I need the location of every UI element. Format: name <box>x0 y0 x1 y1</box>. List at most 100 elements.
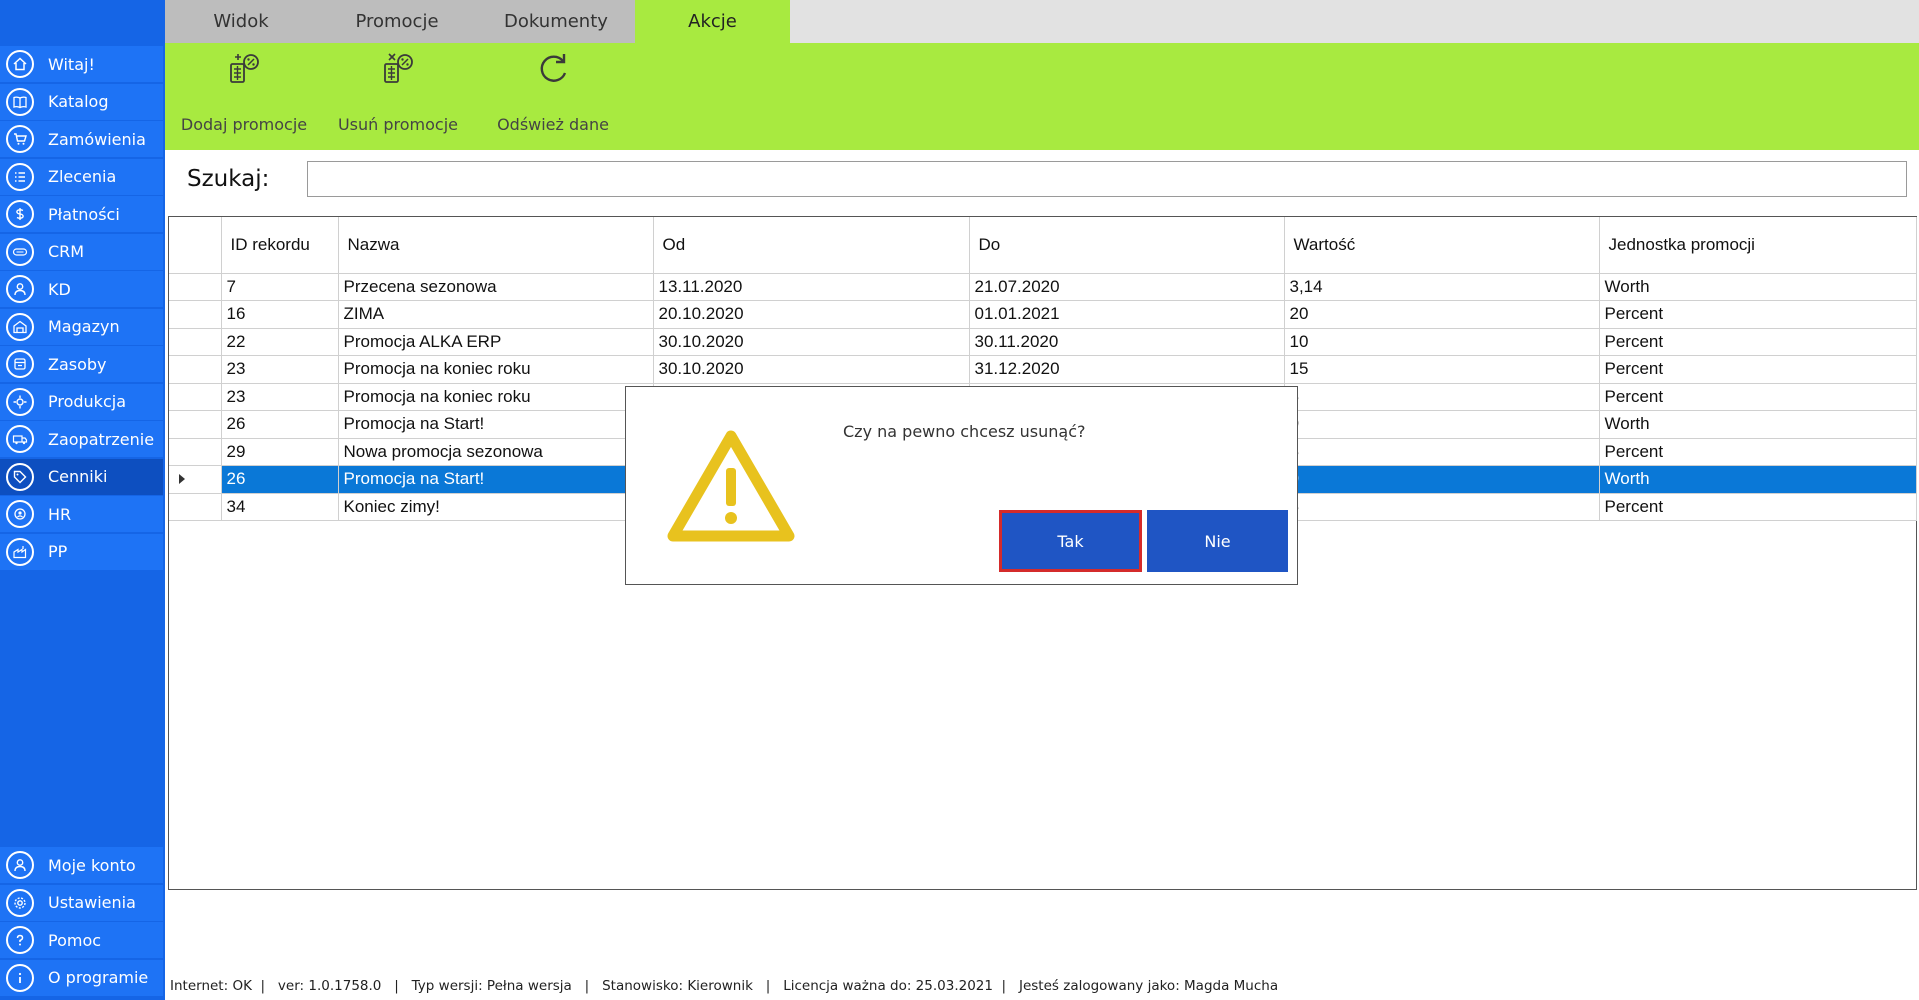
cell-id[interactable]: 16 <box>221 300 339 329</box>
sidebar-item-cenniki[interactable]: Cenniki <box>0 458 163 495</box>
sidebar-item-magazyn[interactable]: Magazyn <box>0 308 163 345</box>
cell-jednostka[interactable]: Worth <box>1599 410 1917 439</box>
sidebar-item-label: Płatności <box>48 204 120 224</box>
tab-akcje[interactable]: Akcje <box>635 0 790 43</box>
cell-nazwa[interactable]: Promocja na Start! <box>338 410 654 439</box>
refresh-data-label: Odśwież dane <box>497 115 609 134</box>
cell-do[interactable]: 30.11.2020 <box>969 328 1285 356</box>
cell-wartosc[interactable]: 5 <box>1284 493 1600 521</box>
cell-jednostka[interactable]: Percent <box>1599 355 1917 384</box>
cell-wartosc[interactable]: 0 <box>1284 465 1600 494</box>
cell-wartosc[interactable]: 5 <box>1284 383 1600 411</box>
sidebar-item-platnosci[interactable]: Płatności <box>0 196 163 232</box>
table-row[interactable]: 22 Promocja ALKA ERP 30.10.2020 30.11.20… <box>169 328 1917 356</box>
cell-id[interactable]: 26 <box>221 410 339 439</box>
cell-nazwa[interactable]: Promocja ALKA ERP <box>338 328 654 356</box>
sidebar-item-pomoc[interactable]: Pomoc <box>0 922 163 958</box>
cell-id[interactable]: 26 <box>221 465 339 494</box>
cell-do[interactable]: 21.07.2020 <box>969 273 1285 301</box>
cell-nazwa[interactable]: Promocja na koniec roku <box>338 355 654 384</box>
tab-promocje[interactable]: Promocje <box>317 0 477 43</box>
cell-nazwa[interactable]: ZIMA <box>338 300 654 329</box>
row-header[interactable] <box>169 493 222 521</box>
sidebar-item-kd[interactable]: KD <box>0 271 163 307</box>
row-header[interactable] <box>169 410 222 439</box>
row-header[interactable] <box>169 355 222 384</box>
cell-wartosc[interactable]: 20 <box>1284 300 1600 329</box>
confirm-yes-button[interactable]: Tak <box>999 510 1142 572</box>
table-row[interactable]: 16 ZIMA 20.10.2020 01.01.2021 20 Percent <box>169 300 1917 329</box>
column-header-od[interactable]: Od <box>653 217 970 274</box>
hr-icon <box>6 500 34 528</box>
sidebar-nav: Witaj! Katalog Zamówienia Zlecenia Płatn… <box>0 46 163 571</box>
cell-do[interactable]: 31.12.2020 <box>969 355 1285 384</box>
row-header[interactable] <box>169 383 222 411</box>
cell-wartosc[interactable]: 15 <box>1284 355 1600 384</box>
column-header-wartosc[interactable]: Wartość <box>1284 217 1600 274</box>
remove-promotion-button[interactable]: Usuń promocje <box>336 49 460 144</box>
sidebar-item-hr[interactable]: HR <box>0 496 163 532</box>
add-promotion-icon <box>224 49 264 89</box>
sidebar-item-witaj[interactable]: Witaj! <box>0 46 163 82</box>
cell-jednostka[interactable]: Percent <box>1599 328 1917 356</box>
sidebar-item-zlecenia[interactable]: Zlecenia <box>0 158 163 195</box>
column-header-id[interactable]: ID rekordu <box>221 217 339 274</box>
cell-od[interactable]: 20.10.2020 <box>653 300 970 329</box>
sidebar-item-label: Zaopatrzenie <box>48 429 155 449</box>
cell-do[interactable]: 01.01.2021 <box>969 300 1285 329</box>
column-header-nazwa[interactable]: Nazwa <box>338 217 654 274</box>
row-header[interactable] <box>169 300 222 329</box>
table-header-row: ID rekordu Nazwa Od Do Wartość Jednostka… <box>169 217 1917 274</box>
refresh-data-button[interactable]: Odśwież dane <box>497 49 609 144</box>
cell-id[interactable]: 23 <box>221 355 339 384</box>
cell-nazwa[interactable]: Nowa promocja sezonowa <box>338 438 654 466</box>
cell-nazwa[interactable]: Przecena sezonowa <box>338 273 654 301</box>
sidebar-item-zasoby[interactable]: Zasoby <box>0 346 163 382</box>
cell-id[interactable]: 22 <box>221 328 339 356</box>
cell-nazwa[interactable]: Promocja na Start! <box>338 465 654 494</box>
cell-jednostka[interactable]: Worth <box>1599 465 1917 494</box>
table-row[interactable]: 7 Przecena sezonowa 13.11.2020 21.07.202… <box>169 273 1917 301</box>
table-row[interactable]: 23 Promocja na koniec roku 30.10.2020 31… <box>169 355 1917 384</box>
cell-wartosc[interactable]: 10 <box>1284 328 1600 356</box>
sidebar-item-label: Pomoc <box>48 930 102 950</box>
cell-id[interactable]: 34 <box>221 493 339 521</box>
cell-id[interactable]: 29 <box>221 438 339 466</box>
sidebar-item-crm[interactable]: CRM <box>0 233 163 270</box>
tab-widok[interactable]: Widok <box>165 0 317 43</box>
cell-od[interactable]: 13.11.2020 <box>653 273 970 301</box>
cell-od[interactable]: 30.10.2020 <box>653 328 970 356</box>
row-header-current[interactable] <box>169 465 222 494</box>
row-header[interactable] <box>169 438 222 466</box>
sidebar-item-zamowienia[interactable]: Zamówienia <box>0 121 163 157</box>
sidebar-item-katalog[interactable]: Katalog <box>0 83 163 120</box>
cell-wartosc[interactable]: 5 <box>1284 438 1600 466</box>
row-header[interactable] <box>169 273 222 301</box>
cell-wartosc[interactable]: 3,14 <box>1284 273 1600 301</box>
column-header-jednostka[interactable]: Jednostka promocji <box>1599 217 1917 274</box>
search-input[interactable] <box>307 161 1907 197</box>
cell-od[interactable]: 30.10.2020 <box>653 355 970 384</box>
sidebar-item-ustawienia[interactable]: Ustawienia <box>0 884 163 921</box>
cell-jednostka[interactable]: Worth <box>1599 273 1917 301</box>
sidebar-item-moje-konto[interactable]: Moje konto <box>0 847 163 883</box>
row-header[interactable] <box>169 328 222 356</box>
cell-wartosc[interactable]: 0 <box>1284 410 1600 439</box>
column-header-do[interactable]: Do <box>969 217 1285 274</box>
sidebar-item-pp[interactable]: PP <box>0 533 163 570</box>
cell-jednostka[interactable]: Percent <box>1599 493 1917 521</box>
sidebar-item-zaopatrzenie[interactable]: Zaopatrzenie <box>0 421 163 457</box>
confirm-no-button[interactable]: Nie <box>1147 510 1288 572</box>
cell-jednostka[interactable]: Percent <box>1599 300 1917 329</box>
cell-nazwa[interactable]: Promocja na koniec roku <box>338 383 654 411</box>
cell-id[interactable]: 23 <box>221 383 339 411</box>
sidebar-item-o-programie[interactable]: O programie <box>0 959 163 996</box>
home-icon <box>6 50 34 78</box>
tab-dokumenty[interactable]: Dokumenty <box>477 0 635 43</box>
add-promotion-button[interactable]: Dodaj promocje <box>181 49 307 144</box>
cell-nazwa[interactable]: Koniec zimy! <box>338 493 654 521</box>
cell-jednostka[interactable]: Percent <box>1599 438 1917 466</box>
cell-jednostka[interactable]: Percent <box>1599 383 1917 411</box>
cell-id[interactable]: 7 <box>221 273 339 301</box>
sidebar-item-produkcja[interactable]: Produkcja <box>0 383 163 420</box>
